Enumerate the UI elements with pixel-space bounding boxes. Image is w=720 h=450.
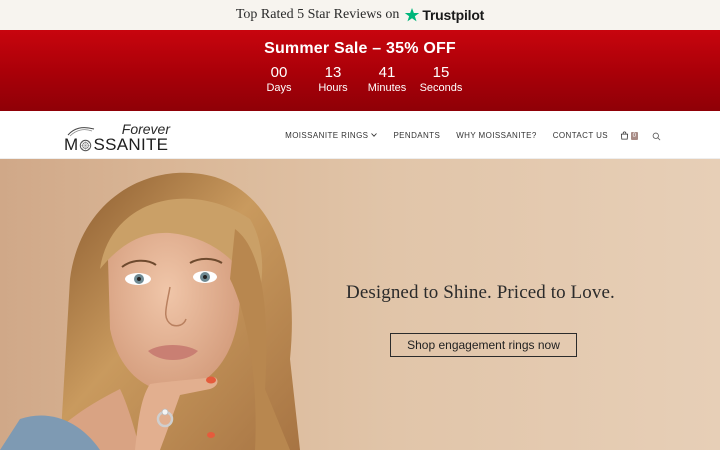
countdown-days: 00 Days <box>252 65 306 95</box>
site-header: Forever M SSANITE MOISSANITE RINGS PENDA… <box>0 111 720 159</box>
countdown-hours: 13 Hours <box>306 65 360 95</box>
nav-label: PENDANTS <box>393 130 441 140</box>
logo-letters-rest: SSANITE <box>93 135 169 154</box>
countdown-label: Minutes <box>367 82 407 94</box>
nav-label: MOISSANITE RINGS <box>285 130 369 140</box>
sale-title: Summer Sale – 35% OFF <box>264 40 456 57</box>
search-icon[interactable] <box>652 132 661 141</box>
trustpilot-bar[interactable]: Top Rated 5 Star Reviews on Trustpilot <box>0 0 720 30</box>
trustpilot-star-icon <box>405 8 420 22</box>
nav-item-pendants[interactable]: PENDANTS <box>385 131 448 140</box>
hero-banner: Designed to Shine. Priced to Love. Shop … <box>0 159 720 450</box>
hero-model-image <box>0 172 300 450</box>
countdown-value: 00 <box>270 64 288 81</box>
logo-moissanite-text: M SSANITE <box>64 135 168 155</box>
nav-item-moissanite-rings[interactable]: MOISSANITE RINGS <box>277 131 385 140</box>
countdown-value: 15 <box>432 64 450 81</box>
trustpilot-wordmark: Trustpilot <box>422 7 485 23</box>
countdown-minutes: 41 Minutes <box>360 65 414 95</box>
nav-label: CONTACT US <box>552 130 608 140</box>
sale-banner: Summer Sale – 35% OFF 00 Days 13 Hours 4… <box>0 30 720 111</box>
main-nav: MOISSANITE RINGS PENDANTS WHY MOISSANITE… <box>277 111 616 159</box>
cart-button[interactable]: 0 <box>620 131 638 140</box>
chevron-down-icon <box>371 133 378 137</box>
nav-label: WHY MOISSANITE? <box>456 130 537 140</box>
countdown-seconds: 15 Seconds <box>414 65 468 95</box>
nav-item-contact-us[interactable]: CONTACT US <box>545 131 616 140</box>
trust-text: Top Rated 5 Star Reviews on <box>235 7 400 22</box>
site-logo[interactable]: Forever M SSANITE <box>64 121 172 155</box>
countdown-value: 13 <box>324 64 342 81</box>
cart-count-badge: 0 <box>630 131 638 140</box>
nav-item-why-moissanite[interactable]: WHY MOISSANITE? <box>448 131 545 140</box>
trustpilot-logo[interactable]: Trustpilot <box>404 7 484 23</box>
shopping-bag-icon <box>620 131 628 140</box>
countdown-label: Seconds <box>419 82 463 94</box>
hero-tagline: Designed to Shine. Priced to Love. <box>346 282 615 303</box>
countdown-timer: 00 Days 13 Hours 41 Minutes 15 Seconds <box>0 65 720 95</box>
logo-letter-m: M <box>64 135 79 154</box>
countdown-label: Days <box>266 82 292 94</box>
gem-icon <box>80 139 92 151</box>
shop-engagement-rings-button[interactable]: Shop engagement rings now <box>390 333 577 357</box>
countdown-label: Hours <box>318 82 348 94</box>
countdown-value: 41 <box>378 64 396 81</box>
